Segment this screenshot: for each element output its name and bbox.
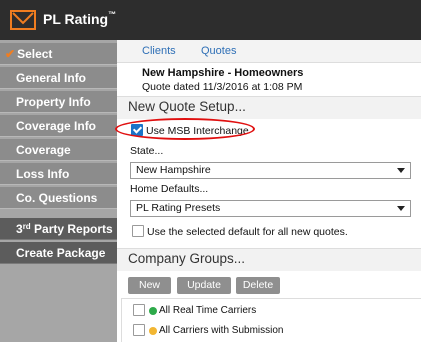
highlight-annotation bbox=[115, 118, 255, 140]
top-bar: PL Rating™ bbox=[0, 0, 421, 40]
state-select-value: New Hampshire bbox=[136, 164, 211, 176]
group-label: All Carriers with Submission bbox=[159, 325, 284, 336]
new-group-button[interactable]: New bbox=[128, 277, 171, 294]
sidebar-item-co-questions[interactable]: Co. Questions bbox=[0, 187, 117, 209]
sidebar-item-create-package[interactable]: Create Package bbox=[0, 242, 117, 264]
sidebar-item-label: Co. Questions bbox=[16, 191, 98, 205]
sidebar-item-property-info[interactable]: Property Info bbox=[0, 91, 117, 113]
sidebar: ✔Select Companies General Info Property … bbox=[0, 40, 117, 342]
sidebar-item-label: Loss Info bbox=[16, 167, 70, 181]
delete-group-button[interactable]: Delete bbox=[236, 277, 280, 294]
sidebar-item-label: Coverage Info bbox=[16, 119, 97, 133]
checkmark-icon: ✔ bbox=[5, 47, 16, 61]
update-group-button[interactable]: Update bbox=[177, 277, 231, 294]
tab-quotes[interactable]: Quotes bbox=[201, 45, 236, 57]
status-dot-icon bbox=[149, 307, 157, 315]
company-groups-title: Company Groups... bbox=[128, 251, 246, 266]
quote-date: Quote dated 11/3/2016 at 1:08 PM bbox=[142, 81, 303, 93]
home-defaults-select[interactable]: PL Rating Presets bbox=[130, 200, 411, 217]
use-default-checkbox[interactable] bbox=[132, 225, 144, 237]
sidebar-item-label: Property Info bbox=[16, 95, 91, 109]
sidebar-item-third-party-reports[interactable]: 3rd Party Reports bbox=[0, 218, 117, 240]
group-checkbox[interactable] bbox=[133, 304, 145, 316]
sidebar-item-loss-info[interactable]: Loss Info bbox=[0, 163, 117, 185]
app-title: PL Rating™ bbox=[43, 10, 117, 27]
state-select[interactable]: New Hampshire bbox=[130, 162, 411, 179]
chevron-down-icon bbox=[397, 168, 405, 173]
group-label: All Real Time Carriers bbox=[159, 305, 257, 316]
use-default-label: Use the selected default for all new quo… bbox=[147, 226, 348, 238]
chevron-down-icon bbox=[397, 206, 405, 211]
sidebar-item-coverage-options[interactable]: Coverage Options bbox=[0, 139, 117, 179]
home-defaults-select-value: PL Rating Presets bbox=[136, 202, 221, 214]
tab-strip: Clients Quotes bbox=[117, 40, 421, 63]
sidebar-item-label: Create Package bbox=[16, 246, 106, 260]
sidebar-item-general-info[interactable]: General Info bbox=[0, 67, 117, 89]
quote-title: New Hampshire - Homeowners bbox=[142, 67, 304, 79]
state-label: State... bbox=[130, 145, 164, 157]
sidebar-item-label: General Info bbox=[16, 71, 87, 85]
new-quote-setup-title: New Quote Setup... bbox=[128, 99, 246, 114]
sidebar-item-select-companies[interactable]: ✔Select Companies bbox=[0, 43, 117, 83]
group-checkbox[interactable] bbox=[133, 324, 145, 336]
pl-rating-logo-icon bbox=[10, 10, 36, 30]
sidebar-item-coverage-info[interactable]: Coverage Info bbox=[0, 115, 117, 137]
home-defaults-label: Home Defaults... bbox=[130, 183, 209, 195]
tab-clients[interactable]: Clients bbox=[142, 45, 176, 57]
status-dot-icon bbox=[149, 327, 157, 335]
